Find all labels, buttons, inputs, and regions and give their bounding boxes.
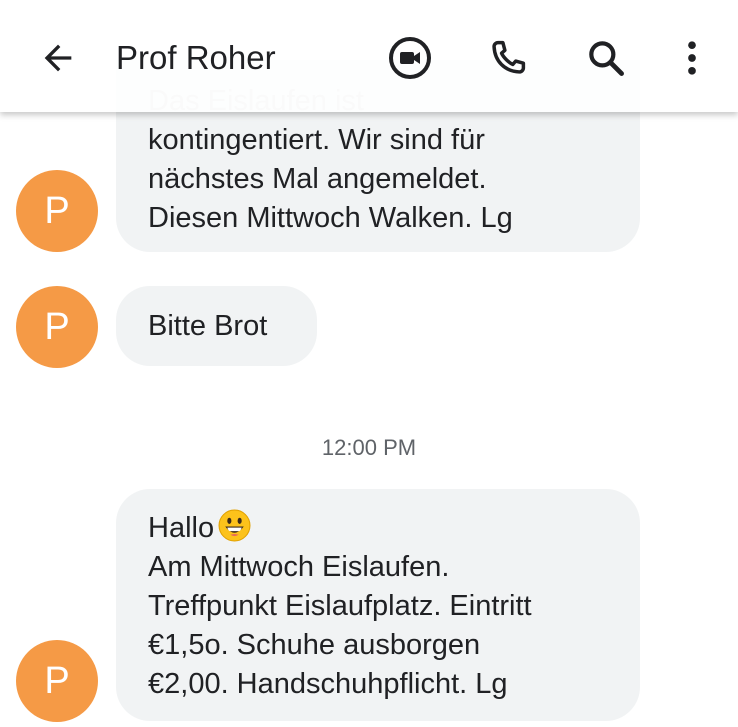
message-bubble[interactable]: Bitte Brot: [116, 286, 317, 366]
video-call-icon: [389, 37, 431, 79]
contact-name-title[interactable]: Prof Roher: [116, 36, 276, 80]
avatar-letter: P: [44, 305, 70, 348]
back-button[interactable]: [36, 36, 80, 80]
more-vert-icon: [688, 41, 696, 75]
more-options-button[interactable]: [668, 34, 716, 82]
message-line-with-emoji: Hallo: [148, 509, 610, 548]
message-line: Bitte Brot: [148, 309, 268, 342]
phone-icon: [492, 40, 526, 74]
contact-avatar[interactable]: P: [16, 170, 98, 252]
search-icon: [589, 41, 624, 76]
message-line: Am Mittwoch Eislaufen.: [148, 551, 450, 583]
search-button[interactable]: [582, 34, 630, 82]
contact-avatar[interactable]: P: [16, 286, 98, 368]
contact-avatar[interactable]: P: [16, 640, 98, 722]
avatar-letter: P: [44, 659, 70, 702]
app-bar: Prof Roher: [0, 0, 738, 112]
grinning-face-emoji: [218, 509, 251, 542]
video-call-button[interactable]: [386, 34, 434, 82]
message-line: Treffpunkt Eislaufplatz. Eintritt: [148, 590, 532, 622]
message-line: €1,5o. Schuhe ausborgen: [148, 629, 481, 661]
message-line: €2,00. Handschuhpflicht. Lg: [148, 668, 508, 700]
message-timestamp: 12:00 PM: [321, 435, 417, 460]
arrow-back-icon: [44, 44, 72, 72]
avatar-letter: P: [44, 189, 70, 232]
conversation-screen: Das Eislaufen ist kontingentiert. Wir si…: [0, 0, 738, 727]
phone-call-button[interactable]: [484, 34, 532, 82]
message-line: Diesen Mittwoch Walken. Lg: [148, 202, 513, 234]
message-line: nächstes Mal angemeldet.: [148, 163, 487, 195]
message-line: kontingentiert. Wir sind für: [148, 124, 485, 156]
message-line: Hallo: [148, 512, 215, 544]
message-bubble[interactable]: Hallo Am Mittwoch Eislaufen. Treffpunkt …: [116, 489, 640, 721]
